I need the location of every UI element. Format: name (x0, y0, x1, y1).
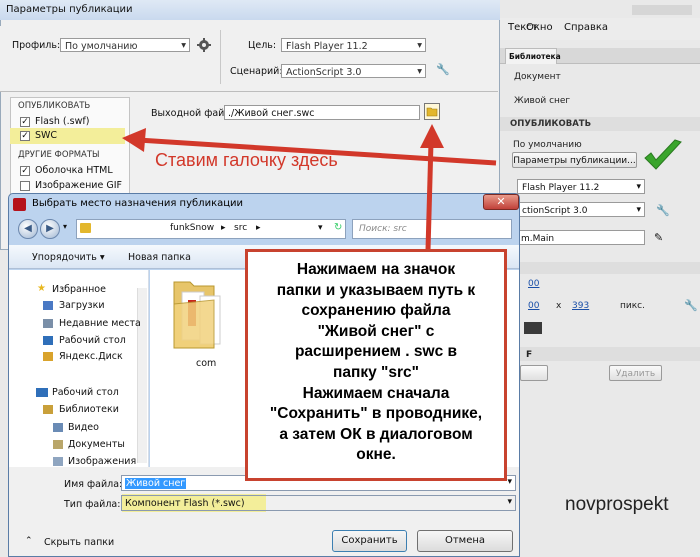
watermark: novprospekt (565, 494, 669, 515)
instruction-callout: Нажимаем на значок папки и указываем пут… (245, 249, 507, 481)
